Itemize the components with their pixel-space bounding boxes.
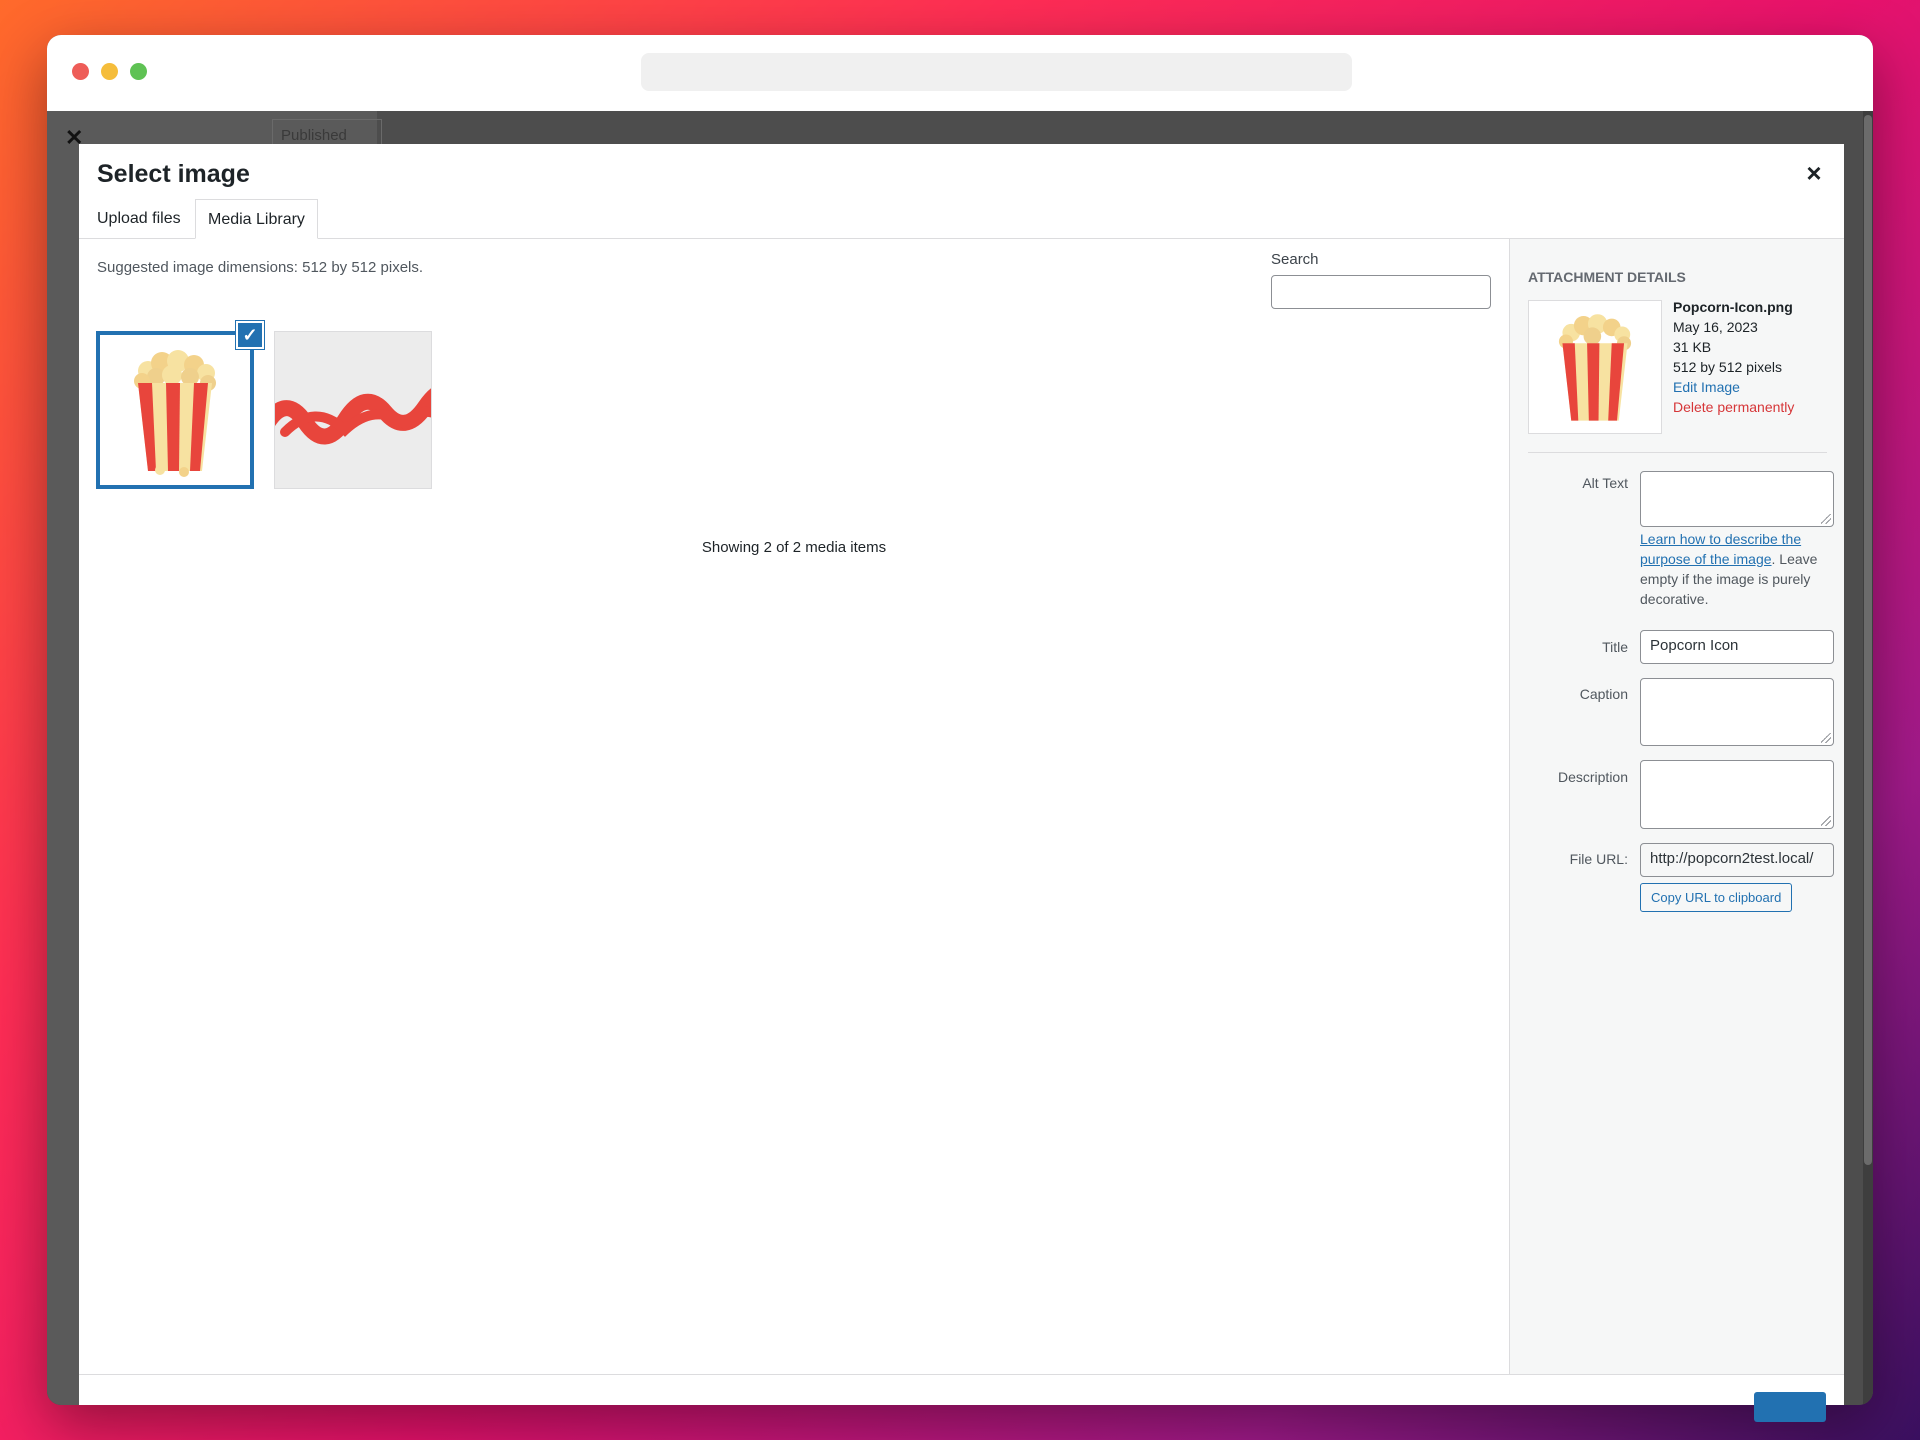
minimize-window-button[interactable] bbox=[101, 63, 118, 80]
attachment-details-sidebar: Attachment Details Popcorn-Icon.png May … bbox=[1509, 239, 1844, 1374]
suggested-dimensions: Suggested image dimensions: 512 by 512 p… bbox=[97, 259, 424, 276]
alt-text-field[interactable] bbox=[1640, 471, 1834, 527]
resize-grip-icon[interactable] bbox=[1821, 514, 1831, 524]
delete-permanently-link[interactable]: Delete permanently bbox=[1673, 397, 1794, 417]
scrollbar[interactable] bbox=[1863, 111, 1873, 1405]
attachment-details-heading: Attachment Details bbox=[1528, 269, 1686, 285]
search-label: Search bbox=[1271, 251, 1319, 268]
zoom-window-button[interactable] bbox=[130, 63, 147, 80]
attachment-preview bbox=[1528, 300, 1662, 434]
tab-media-library[interactable]: Media Library bbox=[195, 199, 318, 239]
address-bar[interactable] bbox=[641, 53, 1352, 91]
resize-grip-icon[interactable] bbox=[1821, 733, 1831, 743]
resize-grip-icon[interactable] bbox=[1821, 816, 1831, 826]
alt-text-help: Learn how to describe the purpose of the… bbox=[1640, 529, 1840, 609]
file-url-label: File URL: bbox=[1569, 851, 1628, 867]
description-label: Description bbox=[1557, 769, 1628, 785]
edit-image-link[interactable]: Edit Image bbox=[1673, 377, 1794, 397]
title-label: Title bbox=[1602, 639, 1628, 655]
attachment-dimensions: 512 by 512 pixels bbox=[1673, 359, 1782, 375]
showing-count: Showing 2 of 2 media items bbox=[701, 539, 887, 556]
file-url-field[interactable]: http://popcorn2test.local/ bbox=[1640, 843, 1834, 877]
attachment-thumbnail-popcorn-logo[interactable] bbox=[274, 331, 432, 489]
attachment-info: Popcorn-Icon.png May 16, 2023 31 KB 512 … bbox=[1673, 297, 1794, 417]
popcorn-preview-icon bbox=[1558, 314, 1632, 421]
sidebar-divider bbox=[1528, 452, 1827, 453]
modal-title: Select image bbox=[97, 160, 250, 188]
caption-label: Caption bbox=[1579, 686, 1628, 702]
alt-text-label: Alt Text bbox=[1582, 475, 1628, 491]
popcorn-icon-image bbox=[134, 350, 216, 477]
select-button[interactable] bbox=[1754, 1392, 1826, 1422]
attachment-date: May 16, 2023 bbox=[1673, 319, 1758, 335]
copy-url-button[interactable]: Copy URL to clipboard bbox=[1640, 883, 1793, 912]
close-icon[interactable]: × bbox=[1800, 160, 1828, 188]
attachment-thumbnail-popcorn-icon[interactable] bbox=[96, 331, 254, 489]
tab-upload-files[interactable]: Upload files bbox=[85, 199, 193, 239]
close-window-button[interactable] bbox=[72, 63, 89, 80]
browser-titlebar bbox=[47, 35, 1873, 111]
title-field[interactable]: Popcorn Icon bbox=[1640, 630, 1834, 664]
description-field[interactable] bbox=[1640, 760, 1834, 829]
caption-field[interactable] bbox=[1640, 678, 1834, 746]
modal-footer-divider bbox=[79, 1374, 1844, 1375]
attachment-size: 31 KB bbox=[1673, 339, 1712, 355]
select-image-modal: Select image × Upload files Media Librar… bbox=[79, 144, 1844, 1422]
scrollbar-thumb[interactable] bbox=[1864, 115, 1872, 1165]
selected-check-icon[interactable]: ✓ bbox=[236, 321, 264, 349]
media-library-content: Suggested image dimensions: 512 by 512 p… bbox=[79, 239, 1509, 1374]
search-input[interactable] bbox=[1271, 275, 1491, 309]
attachment-filename: Popcorn-Icon.png bbox=[1673, 299, 1793, 315]
popcorn-logo-image bbox=[275, 332, 431, 488]
